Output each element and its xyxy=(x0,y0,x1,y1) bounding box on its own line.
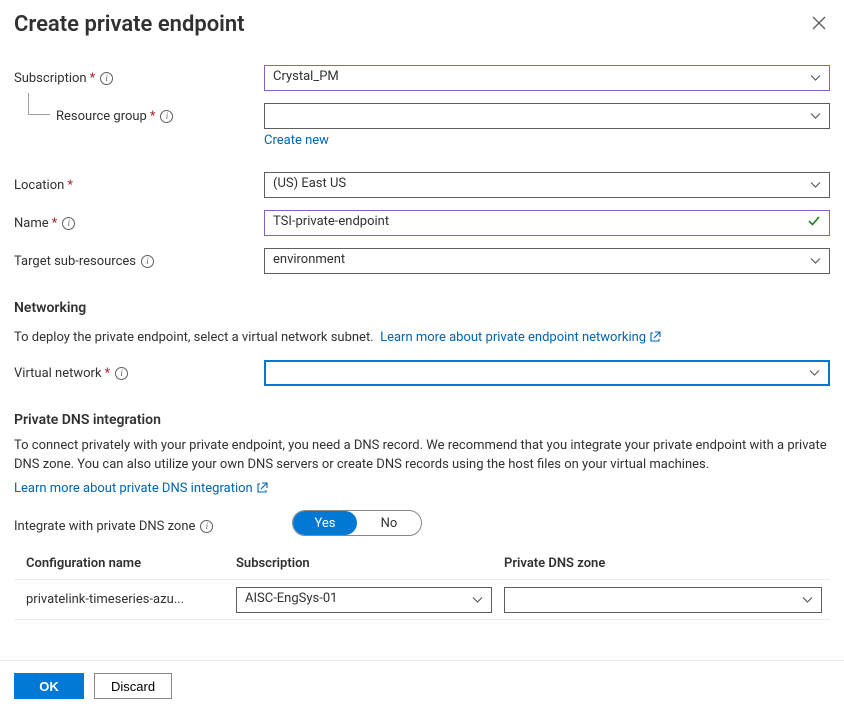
integrate-toggle[interactable]: Yes No xyxy=(292,510,422,536)
chevron-down-icon xyxy=(472,596,483,603)
location-value: (US) East US xyxy=(273,176,346,191)
info-icon[interactable] xyxy=(200,520,213,533)
location-label: Location xyxy=(14,178,64,193)
dns-subscription-select[interactable]: AISC-EngSys-01 xyxy=(236,587,492,613)
required-icon: * xyxy=(67,178,73,193)
tree-connector-icon xyxy=(28,93,50,115)
subscription-value: Crystal_PM xyxy=(273,69,339,84)
required-icon: * xyxy=(90,71,96,86)
subscription-label: Subscription xyxy=(14,71,87,86)
target-subresources-value: environment xyxy=(273,252,345,267)
info-icon[interactable] xyxy=(141,255,154,268)
required-icon: * xyxy=(105,366,111,381)
dns-subscription-value: AISC-EngSys-01 xyxy=(245,591,337,606)
required-icon: * xyxy=(52,216,58,231)
target-subresources-select[interactable]: environment xyxy=(264,248,830,274)
dns-desc: To connect privately with your private e… xyxy=(14,438,827,473)
chevron-down-icon xyxy=(810,258,821,265)
dns-config-name: privatelink-timeseries-azu... xyxy=(26,592,236,607)
virtual-network-label: Virtual network xyxy=(14,366,102,381)
close-icon[interactable] xyxy=(808,12,830,34)
chevron-down-icon xyxy=(809,369,820,376)
create-new-link[interactable]: Create new xyxy=(264,133,329,148)
dns-zone-select[interactable] xyxy=(504,587,822,613)
dns-table-row: privatelink-timeseries-azu... AISC-EngSy… xyxy=(14,580,830,620)
ok-button[interactable]: OK xyxy=(14,673,84,699)
virtual-network-select[interactable] xyxy=(264,360,830,386)
networking-learn-link[interactable]: Learn more about private endpoint networ… xyxy=(380,328,661,348)
dns-col-sub: Subscription xyxy=(236,556,504,571)
dns-heading: Private DNS integration xyxy=(14,412,830,428)
required-icon: * xyxy=(150,109,156,124)
chevron-down-icon xyxy=(810,182,821,189)
subscription-select[interactable]: Crystal_PM xyxy=(264,65,830,91)
checkmark-icon xyxy=(807,214,821,232)
resource-group-label: Resource group xyxy=(56,109,147,124)
external-link-icon xyxy=(650,331,661,342)
toggle-yes[interactable]: Yes xyxy=(293,511,357,535)
networking-heading: Networking xyxy=(14,300,830,316)
name-value: TSI-private-endpoint xyxy=(273,214,389,229)
info-icon[interactable] xyxy=(100,72,113,85)
external-link-icon xyxy=(257,482,268,493)
toggle-no[interactable]: No xyxy=(357,511,421,535)
discard-button[interactable]: Discard xyxy=(94,673,172,699)
chevron-down-icon xyxy=(802,596,813,603)
location-select[interactable]: (US) East US xyxy=(264,172,830,198)
info-icon[interactable] xyxy=(62,217,75,230)
networking-desc: To deploy the private endpoint, select a… xyxy=(14,330,374,345)
chevron-down-icon xyxy=(810,113,821,120)
name-input[interactable]: TSI-private-endpoint xyxy=(264,210,830,236)
info-icon[interactable] xyxy=(115,367,128,380)
integrate-label: Integrate with private DNS zone xyxy=(14,519,195,534)
page-title: Create private endpoint xyxy=(14,12,245,37)
target-subresources-label: Target sub-resources xyxy=(14,254,136,269)
info-icon[interactable] xyxy=(160,110,173,123)
dns-col-config: Configuration name xyxy=(26,556,236,571)
name-label: Name xyxy=(14,216,49,231)
dns-col-zone: Private DNS zone xyxy=(504,556,830,571)
resource-group-select[interactable] xyxy=(264,103,830,129)
dns-learn-link[interactable]: Learn more about private DNS integration xyxy=(14,479,268,499)
chevron-down-icon xyxy=(810,75,821,82)
